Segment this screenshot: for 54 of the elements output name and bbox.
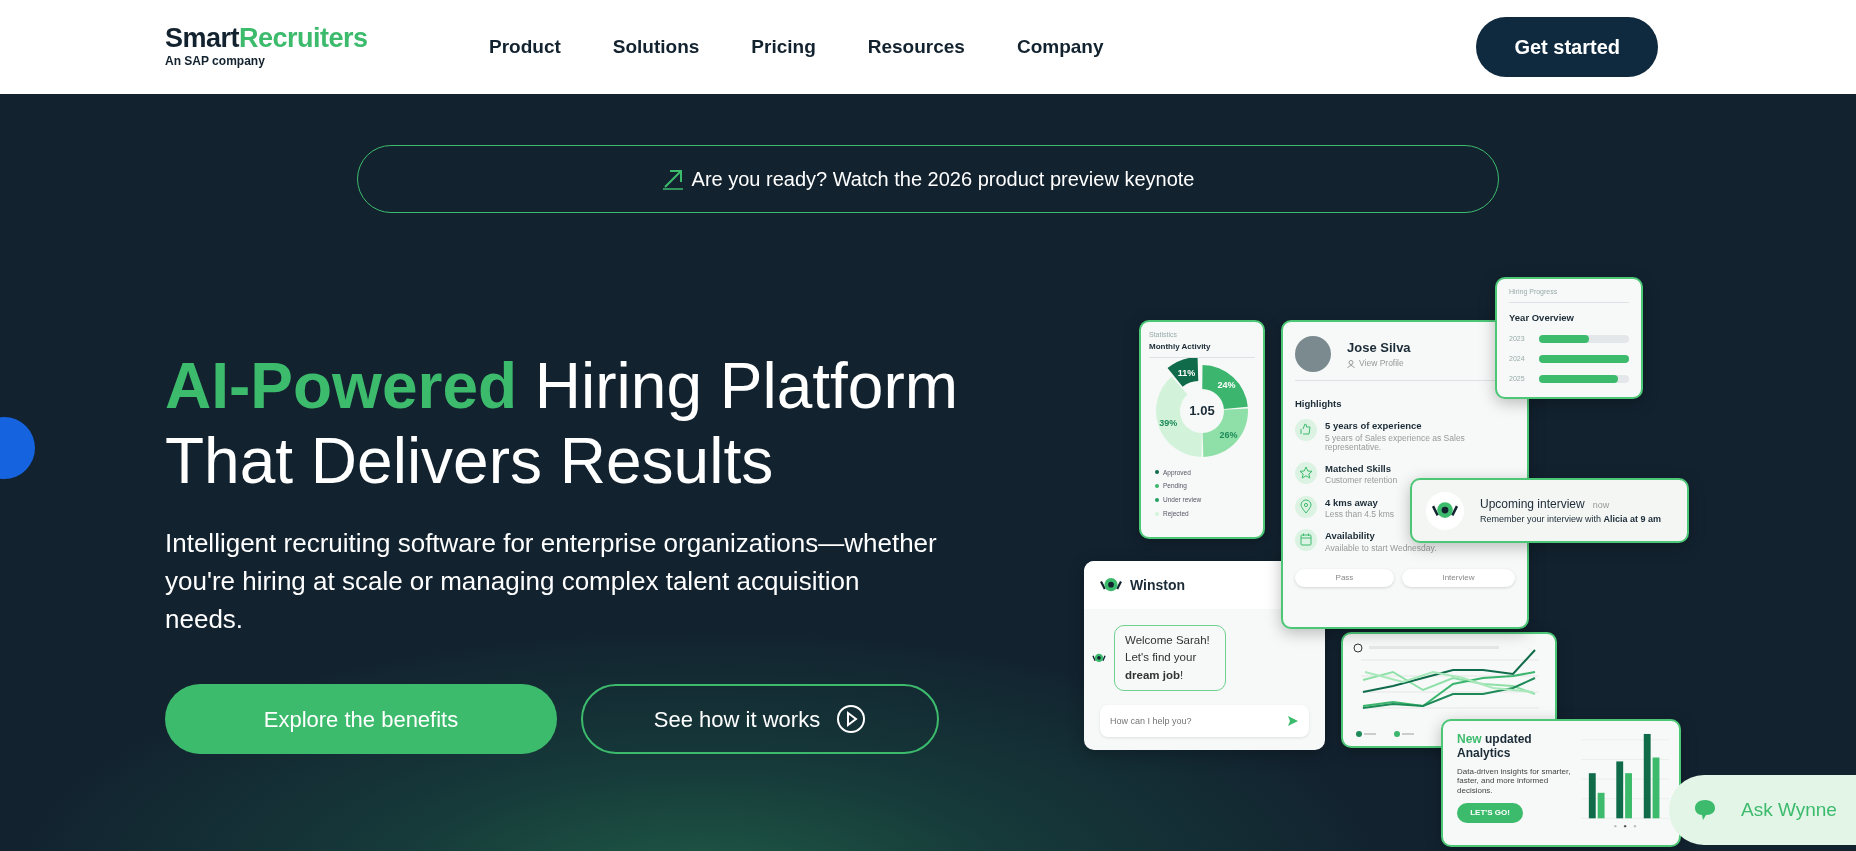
robot-icon (1092, 652, 1106, 663)
nav-link[interactable]: Resources (859, 26, 973, 68)
card-title: Year Overview (1509, 310, 1575, 325)
send-icon (1287, 714, 1299, 727)
nav-link[interactable]: Solutions (604, 26, 708, 68)
chat-bubble: Welcome Sarah! Let's find your dream job! (1114, 625, 1226, 691)
avatar-placeholder (1295, 336, 1331, 372)
slice-label: 26% (1219, 429, 1238, 440)
chat-bubble-icon (1693, 798, 1717, 822)
nav-link[interactable]: Pricing (743, 26, 824, 68)
nav-link[interactable]: Product (481, 26, 569, 68)
robot-icon (1432, 501, 1458, 520)
highlight-text: Available to start Wednesday. (1325, 543, 1437, 553)
analytics-title: New updated Analytics (1457, 733, 1533, 761)
hero-subtitle: Intelligent recruiting software for enterprise organizations—whether you're hiring at scale or managing complex talent acquisition needs. (165, 527, 938, 636)
donut-center-value: 1.05 (1189, 402, 1215, 418)
pass-button[interactable]: Pass (1295, 568, 1394, 587)
hero-heading: AI-Powered Hiring Platform That Delivers Results (165, 349, 960, 499)
legend-item (1394, 731, 1414, 737)
highlight-text: 5 years of Sales experience as Sales representative. (1325, 433, 1466, 453)
notification-title: Upcoming interview (1480, 495, 1585, 513)
robot-icon (1100, 577, 1122, 593)
logo-tagline: An SAP company (165, 52, 266, 70)
chat-name: Winston (1130, 575, 1186, 595)
highlight-text: Customer retention (1325, 476, 1398, 486)
chat-input[interactable]: How can I help you? (1100, 704, 1309, 737)
get-started-button[interactable]: Get started (1476, 17, 1658, 77)
highlight-title: Matched Skills (1325, 462, 1392, 476)
nav-link[interactable]: Company (1008, 26, 1112, 68)
slice-label: 39% (1159, 418, 1178, 428)
highlight-title: 5 years of experience (1325, 419, 1423, 434)
notification-message: Remember your interview with Alicia at 9 am (1480, 512, 1662, 526)
notification-time: now (1592, 498, 1610, 512)
location-pin-icon (1295, 495, 1317, 518)
play-icon (836, 704, 867, 734)
slice-label: 24% (1217, 379, 1236, 390)
card-title: Monthly Activity (1149, 340, 1255, 358)
see-how-button[interactable]: See how it works (581, 684, 939, 754)
chart-icon (1353, 643, 1363, 653)
carousel-dots (1613, 825, 1636, 828)
analytics-text: Data-driven insights for smarter, faster, and more informed decisions. (1457, 766, 1572, 796)
slice-label: 11% (1177, 367, 1196, 378)
highlight-title: Availability (1325, 529, 1376, 544)
section-title: Highlights (1295, 397, 1343, 411)
interview-button[interactable]: Interview (1401, 568, 1515, 587)
calendar-icon (1295, 529, 1317, 552)
person-name: Jose Silva (1347, 338, 1411, 357)
arrow-icon (661, 168, 684, 190)
logo-wordmark[interactable]: SmartRecruiters (165, 24, 433, 52)
person-icon (1347, 359, 1355, 368)
highlight-title: 4 kms away (1325, 495, 1379, 510)
highlight-text: Less than 4.5 kms (1325, 510, 1394, 520)
legend-item (1356, 731, 1376, 737)
thumbs-up-icon (1295, 419, 1317, 442)
